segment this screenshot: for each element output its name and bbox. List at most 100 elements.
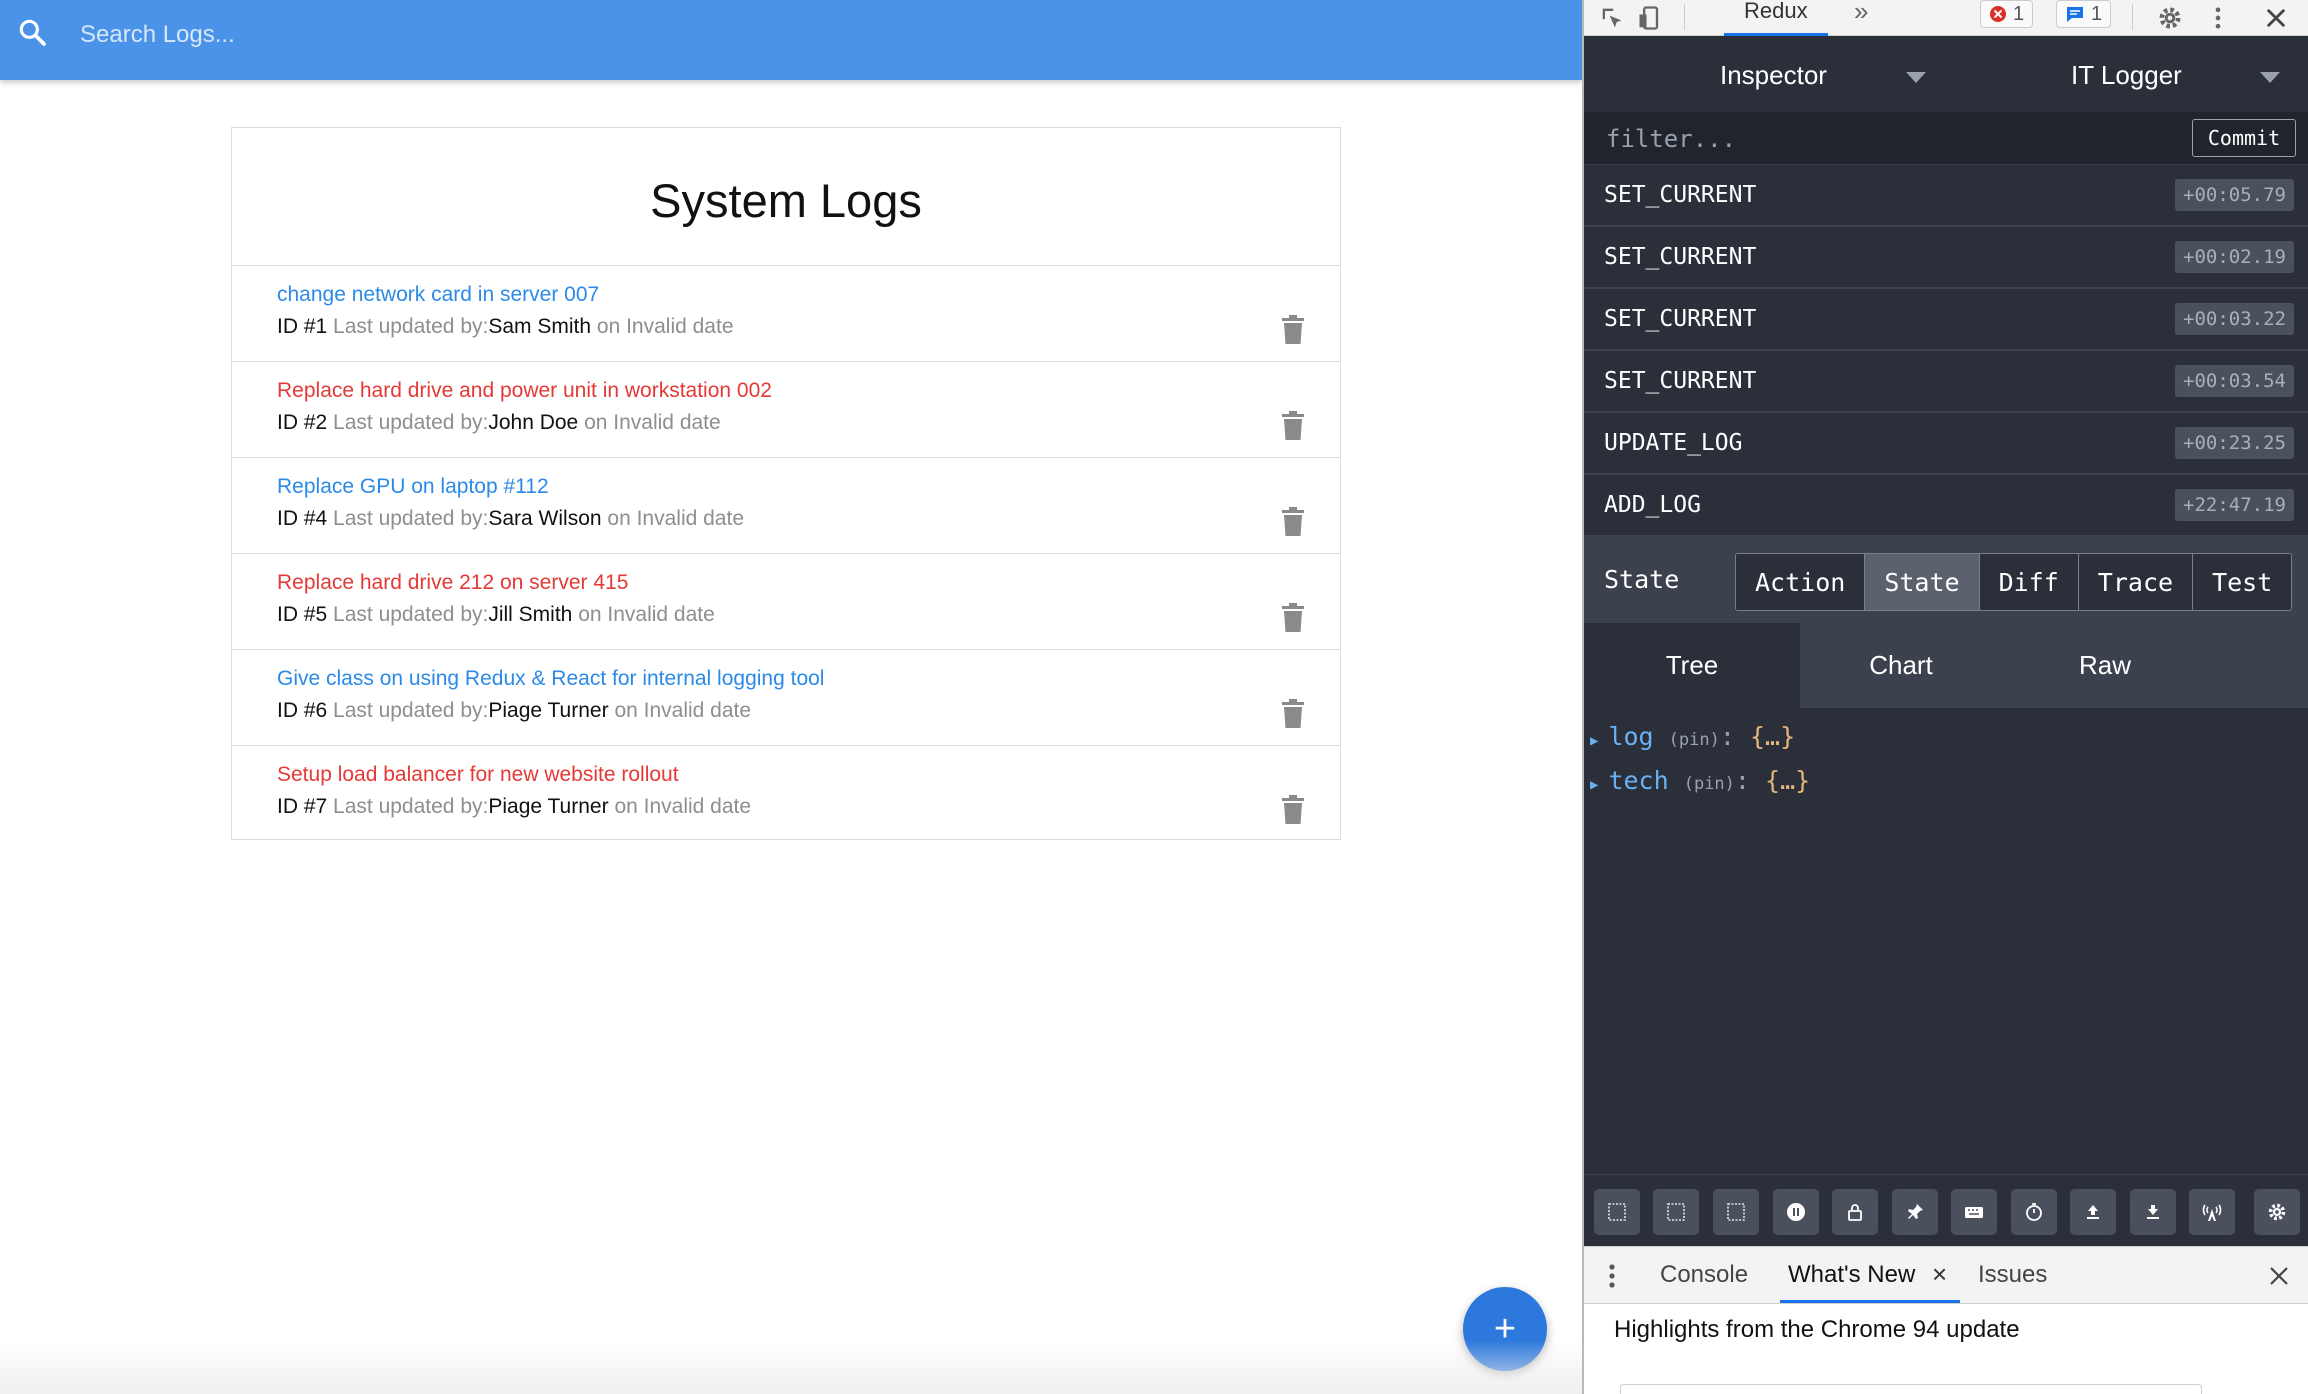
action-list-item[interactable]: ADD_LOG +22:47.19 — [1584, 475, 2308, 537]
tree-colon: : — [1719, 722, 1735, 751]
log-meta: ID #2 Last updated by:John Doe on Invali… — [277, 411, 721, 435]
messages-count: 1 — [2091, 3, 2103, 25]
logs-list: System Logs change network card in serve… — [231, 127, 1341, 840]
drawer-menu-icon[interactable] — [1608, 1263, 1616, 1289]
bottom-shade — [0, 1340, 1582, 1394]
tab-trace[interactable]: Trace — [2078, 554, 2194, 610]
left-dock-button[interactable] — [1653, 1189, 1699, 1235]
action-list-item[interactable]: SET_CURRENT +00:03.22 — [1584, 289, 2308, 351]
dispatcher-button[interactable] — [1951, 1189, 1997, 1235]
trash-icon[interactable] — [1280, 315, 1306, 345]
inspect-element-icon[interactable] — [1598, 4, 1626, 32]
view-tab-raw[interactable]: Raw — [2002, 623, 2208, 708]
log-id: ID #6 — [277, 699, 328, 722]
tech-name: Piage Turner — [488, 795, 609, 818]
action-timestamp: +22:47.19 — [2175, 489, 2294, 521]
close-drawer-icon[interactable] — [2268, 1265, 2290, 1287]
log-meta: ID #5 Last updated by:Jill Smith on Inva… — [277, 603, 715, 627]
log-message-link[interactable]: Setup load balancer for new website roll… — [277, 763, 679, 787]
action-list-item[interactable]: SET_CURRENT +00:05.79 — [1584, 165, 2308, 227]
tech-name: Jill Smith — [488, 603, 573, 626]
export-button[interactable] — [2130, 1189, 2176, 1235]
tree-value: {…} — [1749, 722, 1796, 751]
chevron-down-icon[interactable] — [1906, 72, 1926, 83]
pin-button[interactable]: (pin) — [1684, 774, 1735, 794]
trash-icon[interactable] — [1280, 603, 1306, 633]
persist-button[interactable] — [1892, 1189, 1938, 1235]
last-updated-label: Last updated by: — [333, 603, 489, 626]
monitor-tabs: Action State Diff Trace Test — [1735, 553, 2293, 611]
close-tab-icon[interactable]: × — [1932, 1259, 1947, 1290]
message-icon — [2067, 7, 2083, 22]
more-tabs-icon[interactable]: » — [1854, 0, 1868, 24]
log-message-link[interactable]: Replace hard drive 212 on server 415 — [277, 571, 628, 595]
chevron-down-icon[interactable] — [2260, 72, 2280, 83]
log-message-link[interactable]: change network card in server 007 — [277, 283, 599, 307]
log-message-link[interactable]: Replace hard drive and power unit in wor… — [277, 379, 772, 403]
kebab-menu-icon[interactable] — [2204, 4, 2232, 32]
trash-icon[interactable] — [1280, 795, 1306, 825]
remote-button[interactable] — [2189, 1189, 2235, 1235]
drawer-tab-issues[interactable]: Issues — [1978, 1261, 2047, 1289]
log-id: ID #2 — [277, 411, 328, 434]
trash-icon[interactable] — [1280, 507, 1306, 537]
stopwatch-icon — [2026, 1203, 2042, 1221]
action-list-item[interactable]: UPDATE_LOG +00:23.25 — [1584, 413, 2308, 475]
log-meta: ID #7 Last updated by:Piage Turner on In… — [277, 795, 751, 819]
trash-icon[interactable] — [1280, 411, 1306, 441]
tab-action[interactable]: Action — [1736, 554, 1866, 610]
view-tab-tree[interactable]: Tree — [1584, 623, 1800, 708]
log-id: ID #7 — [277, 795, 328, 818]
settings-button[interactable] — [2254, 1189, 2300, 1235]
trash-icon[interactable] — [1280, 699, 1306, 729]
log-message-link[interactable]: Replace GPU on laptop #112 — [277, 475, 549, 499]
gear-icon[interactable] — [2156, 4, 2184, 32]
messages-badge[interactable]: 1 — [2056, 0, 2112, 28]
tab-test[interactable]: Test — [2193, 554, 2292, 610]
device-toolbar-icon[interactable] — [1636, 4, 1664, 32]
pin-button[interactable]: (pin) — [1669, 730, 1720, 750]
view-tab-chart[interactable]: Chart — [1800, 623, 2002, 708]
tree-node[interactable]: ▶ log (pin): {…} — [1590, 722, 1795, 751]
expand-arrow-icon[interactable]: ▶ — [1590, 777, 1598, 793]
log-monitor-window-button[interactable] — [1594, 1189, 1640, 1235]
instance-selector-row: Inspector IT Logger — [1584, 36, 2308, 112]
action-type: SET_CURRENT — [1604, 306, 1757, 332]
action-type: SET_CURRENT — [1604, 244, 1757, 270]
tree-node[interactable]: ▶ tech (pin): {…} — [1590, 766, 1810, 795]
action-timestamp: +00:03.22 — [2175, 303, 2294, 335]
import-button[interactable] — [2070, 1189, 2116, 1235]
log-date: on Invalid date — [607, 507, 744, 530]
action-type: UPDATE_LOG — [1604, 430, 1743, 456]
whats-new-panel: Highlights from the Chrome 94 update — [1584, 1304, 2308, 1394]
action-list-item[interactable]: SET_CURRENT +00:02.19 — [1584, 227, 2308, 289]
lock-changes-button[interactable] — [1832, 1189, 1878, 1235]
log-message-link[interactable]: Give class on using Redux & React for in… — [277, 667, 824, 691]
drawer-tab-whats-new[interactable]: What's New — [1788, 1261, 1915, 1289]
slider-button[interactable] — [2011, 1189, 2057, 1235]
action-timestamp: +00:03.54 — [2175, 365, 2294, 397]
close-devtools-icon[interactable] — [2262, 4, 2290, 32]
right-dock-button[interactable] — [1713, 1189, 1759, 1235]
search-input[interactable] — [78, 14, 1542, 56]
tab-redux[interactable]: Redux — [1724, 0, 1828, 36]
monitor-label: State — [1604, 565, 1680, 594]
log-id: ID #5 — [277, 603, 328, 626]
commit-button[interactable]: Commit — [2192, 119, 2296, 157]
tree-value: {…} — [1765, 766, 1811, 795]
log-id: ID #1 — [277, 315, 328, 338]
action-type: SET_CURRENT — [1604, 182, 1757, 208]
pause-recording-button[interactable] — [1773, 1189, 1819, 1235]
action-list-item[interactable]: SET_CURRENT +00:03.54 — [1584, 351, 2308, 413]
monitor-select[interactable]: Inspector — [1720, 60, 1827, 91]
devtools-toolbar: Redux » 1 1 — [1584, 0, 2308, 36]
errors-badge[interactable]: 1 — [1980, 0, 2034, 28]
drawer-tab-console[interactable]: Console — [1660, 1261, 1748, 1289]
expand-arrow-icon[interactable]: ▶ — [1590, 733, 1598, 749]
store-select[interactable]: IT Logger — [2071, 60, 2182, 91]
last-updated-label: Last updated by: — [333, 411, 489, 434]
last-updated-label: Last updated by: — [333, 315, 489, 338]
tab-state[interactable]: State — [1865, 554, 1980, 610]
filter-input[interactable] — [1604, 120, 2088, 158]
tab-diff[interactable]: Diff — [1979, 554, 2079, 610]
